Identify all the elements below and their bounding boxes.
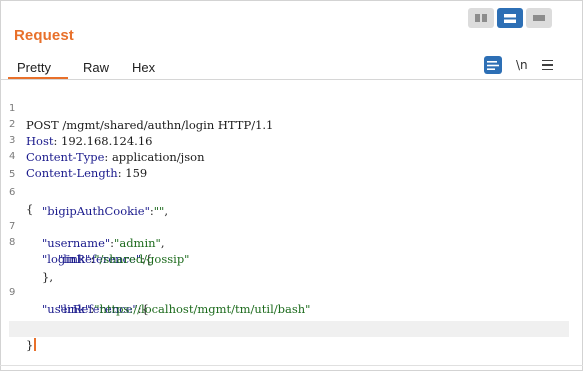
editor-line: 3 Content-Type: application/json [9, 135, 205, 164]
layout-toggle-group [468, 8, 552, 28]
hamburger-menu-icon[interactable] [541, 59, 553, 71]
show-newlines-toggle[interactable]: \n [516, 58, 528, 72]
editor-line: 5 [9, 151, 569, 180]
single-pane-layout-icon[interactable] [526, 8, 552, 28]
tab-divider [1, 79, 582, 80]
json-close-brace: } [26, 338, 34, 352]
editor-line: "link":"https://localhost/mgmt/tm/util/b… [58, 302, 311, 316]
text-cursor [34, 338, 37, 351]
editor-line: 4 Content-Length: 159 [9, 151, 148, 180]
message-editor[interactable]: 1 POST /mgmt/shared/authn/login HTTP/1.1… [9, 85, 575, 355]
editor-line: "link":"/shared/gossip" [58, 252, 190, 266]
tab-hex[interactable]: Hex [123, 57, 165, 79]
request-panel: Request Pretty Raw Hex \n 1 POST /mgmt/s… [0, 0, 583, 371]
editor-line: 9 "userReference":{ [9, 287, 149, 316]
tab-pretty[interactable]: Pretty [8, 57, 68, 79]
editor-line: } [9, 303, 569, 334]
view-tabs: Pretty Raw Hex [8, 57, 165, 79]
bottom-divider [0, 365, 583, 366]
editor-line: 7 "username":"admin", [9, 221, 165, 250]
editor-line: 2 Host: 192.168.124.16 [9, 119, 153, 148]
pretty-print-icon[interactable] [484, 56, 502, 74]
editor-tools: \n [484, 56, 553, 74]
side-by-side-layout-icon[interactable] [468, 8, 494, 28]
editor-line: "bigipAuthCookie":"", [42, 204, 168, 218]
panel-title: Request [14, 27, 74, 44]
tab-raw[interactable]: Raw [68, 57, 123, 79]
editor-line: 1 POST /mgmt/shared/authn/login HTTP/1.1 [9, 85, 569, 132]
editor-line-current: } [9, 321, 569, 352]
editor-line: }, [9, 253, 569, 284]
editor-line: 8 "loginReference":{ [9, 237, 153, 266]
stacked-layout-icon[interactable] [497, 8, 523, 28]
editor-line: 6 { [9, 169, 569, 216]
